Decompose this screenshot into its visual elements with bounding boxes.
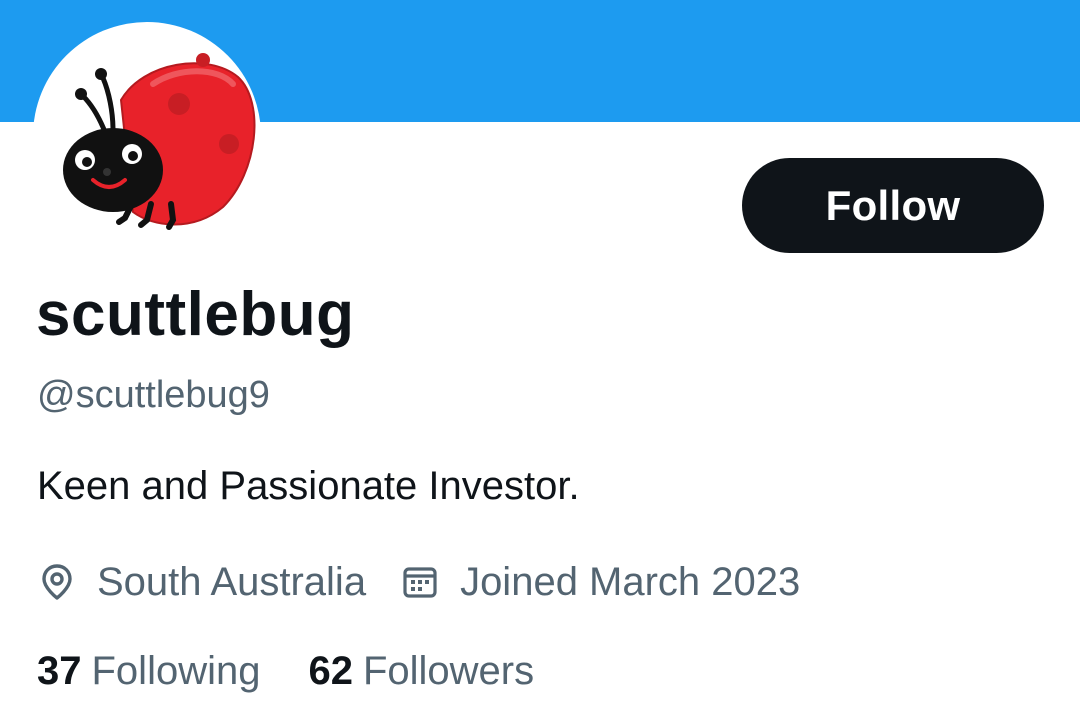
location-pin-icon xyxy=(37,562,77,602)
following-link[interactable]: 37 Following xyxy=(37,649,260,694)
following-label: Following xyxy=(91,649,261,693)
profile-page: Follow scuttlebug @scuttlebug9 Keen and … xyxy=(0,0,1080,719)
profile-stats: 37 Following 62 Followers xyxy=(37,649,534,694)
followers-link[interactable]: 62 Followers xyxy=(308,649,534,694)
profile-avatar[interactable] xyxy=(33,22,261,250)
ladybug-avatar-icon xyxy=(63,53,256,230)
calendar-icon xyxy=(400,562,440,602)
following-count: 37 xyxy=(37,649,82,693)
followers-label: Followers xyxy=(362,649,535,693)
location-text: South Australia xyxy=(97,559,367,604)
joined-item: Joined March 2023 xyxy=(400,560,800,605)
joined-text: Joined March 2023 xyxy=(460,559,801,604)
follow-button[interactable]: Follow xyxy=(742,158,1044,253)
user-handle: @scuttlebug9 xyxy=(37,374,270,416)
profile-meta: South Australia Joined March 2023 xyxy=(37,556,800,608)
profile-bio: Keen and Passionate Investor. xyxy=(37,464,580,508)
followers-count: 62 xyxy=(308,649,353,693)
display-name: scuttlebug xyxy=(36,280,355,349)
location-item: South Australia xyxy=(37,560,366,605)
